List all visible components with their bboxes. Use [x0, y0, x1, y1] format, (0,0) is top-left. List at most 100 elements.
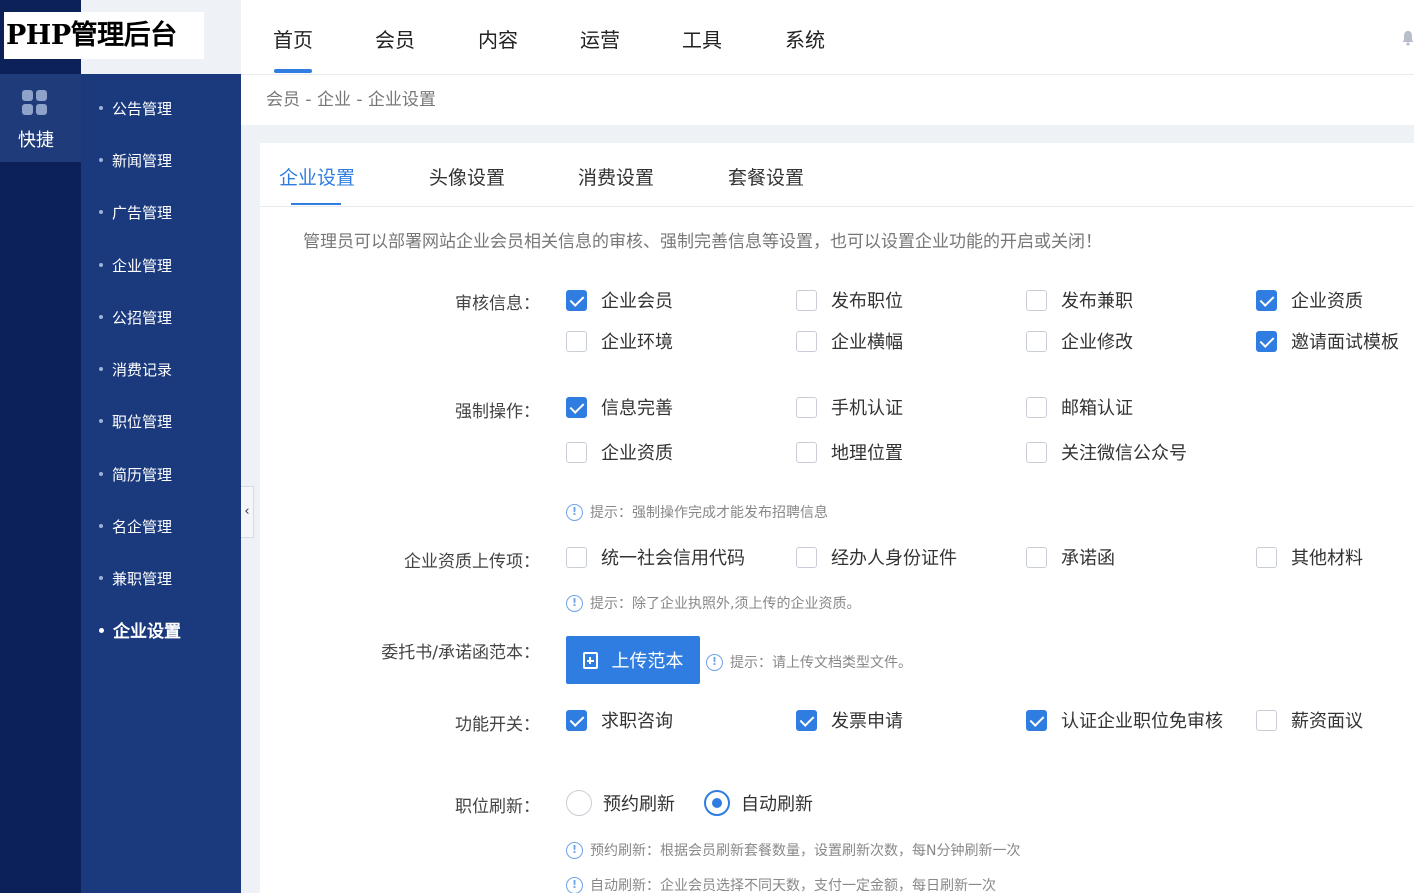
checkbox-icon: [1026, 396, 1047, 418]
checkbox-icon: [1026, 330, 1047, 352]
sidebar-item-label: 简历管理: [112, 466, 173, 484]
audit-checkbox[interactable]: 企业资质: [1256, 287, 1363, 313]
sidebar-item-label: 公告管理: [112, 100, 173, 118]
sidebar-item-label: 名企管理: [112, 518, 173, 536]
feature-checkbox[interactable]: 认证企业职位免审核: [1026, 707, 1223, 733]
bullet-icon: [99, 471, 103, 476]
qualification-checkbox[interactable]: 其他材料: [1256, 544, 1363, 570]
checkbox-icon: [566, 546, 587, 568]
refresh-hint-auto: ! 自动刷新：企业会员选择不同天数，支付一定金额，每日刷新一次: [566, 875, 996, 893]
topnav-home[interactable]: 首页: [273, 24, 313, 53]
sidebar-item-label: 消费记录: [112, 361, 173, 379]
qualification-hint: ! 提示：除了企业执照外,须上传的企业资质。: [566, 593, 860, 613]
checkbox-icon: [796, 330, 817, 352]
sidebar-item-news[interactable]: 新闻管理: [99, 149, 172, 173]
sidebar-item-famous-companies[interactable]: 名企管理: [99, 515, 172, 539]
audit-checkbox[interactable]: 企业修改: [1026, 328, 1133, 354]
checkbox-checked-icon: [566, 289, 587, 311]
topnav-operations[interactable]: 运营: [580, 24, 620, 53]
topnav-content[interactable]: 内容: [478, 24, 518, 53]
refresh-radio-scheduled[interactable]: 预约刷新: [566, 790, 675, 816]
info-icon: !: [566, 841, 583, 859]
bullet-icon: [99, 627, 104, 633]
info-icon: !: [566, 594, 583, 612]
top-nav: 首页 会员 内容 运营 工具 系统: [241, 0, 1414, 75]
topnav-system[interactable]: 系统: [785, 24, 825, 53]
radio-icon: [566, 790, 592, 816]
active-nav-indicator: [274, 69, 312, 73]
settings-panel: 企业设置 头像设置 消费设置 套餐设置 管理员可以部署网站企业会员相关信息的审核…: [260, 143, 1414, 893]
sidebar-item-label: 职位管理: [112, 413, 173, 431]
tab-consumption-settings[interactable]: 消费设置: [578, 163, 654, 190]
tab-company-settings[interactable]: 企业设置: [279, 163, 355, 190]
sidebar-item-label: 新闻管理: [112, 152, 173, 170]
qualification-checkbox[interactable]: 经办人身份证件: [796, 544, 957, 570]
active-tab-indicator: [291, 203, 341, 205]
checkbox-icon: [796, 396, 817, 418]
bullet-icon: [99, 209, 103, 214]
intro-text: 管理员可以部署网站企业会员相关信息的审核、强制完善信息等设置，也可以设置企业功能…: [303, 232, 1102, 252]
sidebar-item-consumption-records[interactable]: 消费记录: [99, 358, 172, 382]
checkbox-icon: [566, 330, 587, 352]
bullet-icon: [99, 523, 103, 528]
bullet-icon: [99, 314, 103, 319]
feature-checkbox[interactable]: 求职咨询: [566, 707, 673, 733]
audit-checkbox[interactable]: 发布兼职: [1026, 287, 1133, 313]
force-checkbox[interactable]: 手机认证: [796, 394, 903, 420]
collapse-sidebar-button[interactable]: ‹: [241, 486, 254, 538]
tab-package-settings[interactable]: 套餐设置: [728, 163, 804, 190]
refresh-radio-auto[interactable]: 自动刷新: [704, 790, 813, 816]
audit-checkbox[interactable]: 企业环境: [566, 328, 673, 354]
sub-sidebar: 公告管理 新闻管理 广告管理 企业管理 公招管理 消费记录 职位管理 简历管理 …: [81, 74, 241, 893]
sidebar-item-part-time[interactable]: 兼职管理: [99, 567, 172, 591]
sidebar-item-company-settings[interactable]: 企业设置: [99, 620, 181, 644]
checkbox-icon: [796, 546, 817, 568]
breadcrumb: 会员 - 企业 - 企业设置: [241, 75, 1414, 125]
force-checkbox[interactable]: 关注微信公众号: [1026, 439, 1187, 465]
sidebar-item-public-recruitment[interactable]: 公招管理: [99, 306, 172, 330]
audit-checkbox[interactable]: 企业横幅: [796, 328, 903, 354]
sidebar-item-ads[interactable]: 广告管理: [99, 201, 172, 225]
qualification-label: 企业资质上传项：: [404, 552, 540, 572]
qualification-checkbox[interactable]: 统一社会信用代码: [566, 544, 745, 570]
audit-label: 审核信息：: [455, 294, 540, 314]
sidebar-item-announcements[interactable]: 公告管理: [99, 97, 172, 121]
checkbox-icon: [796, 289, 817, 311]
bell-icon[interactable]: [1402, 30, 1414, 46]
chevron-left-icon: ‹: [244, 504, 250, 519]
topnav-tools[interactable]: 工具: [682, 24, 722, 53]
bullet-icon: [99, 157, 103, 162]
sidebar-item-label: 广告管理: [112, 204, 173, 222]
audit-checkbox[interactable]: 邀请面试模板: [1256, 328, 1399, 354]
feature-checkbox[interactable]: 发票申请: [796, 707, 903, 733]
checkbox-checked-icon: [566, 396, 587, 418]
topnav-members[interactable]: 会员: [375, 24, 415, 53]
audit-checkbox[interactable]: 企业会员: [566, 287, 673, 313]
force-checkbox[interactable]: 企业资质: [566, 439, 673, 465]
sidebar-item-companies[interactable]: 企业管理: [99, 254, 172, 278]
sidebar-item-resumes[interactable]: 简历管理: [99, 463, 172, 487]
upload-template-button[interactable]: 上传范本: [566, 636, 700, 684]
apps-grid-icon: [22, 90, 48, 116]
info-icon: !: [706, 653, 723, 671]
qualification-checkbox[interactable]: 承诺函: [1026, 544, 1115, 570]
radio-selected-icon: [704, 790, 730, 816]
sidebar-item-jobs[interactable]: 职位管理: [99, 410, 172, 434]
settings-tabs: 企业设置 头像设置 消费设置 套餐设置: [260, 143, 1414, 207]
checkbox-icon: [1026, 289, 1047, 311]
refresh-label: 职位刷新：: [455, 797, 540, 817]
tab-avatar-settings[interactable]: 头像设置: [429, 163, 505, 190]
checkbox-checked-icon: [1256, 289, 1277, 311]
template-hint: ! 提示：请上传文档类型文件。: [706, 652, 912, 672]
feature-checkbox[interactable]: 薪资面议: [1256, 707, 1363, 733]
audit-checkbox[interactable]: 发布职位: [796, 287, 903, 313]
force-checkbox[interactable]: 地理位置: [796, 439, 903, 465]
checkbox-icon: [1256, 546, 1277, 568]
quick-label: 快捷: [18, 130, 54, 151]
quick-menu[interactable]: 快捷: [0, 74, 81, 162]
force-checkbox[interactable]: 信息完善: [566, 394, 673, 420]
checkbox-icon: [1026, 441, 1047, 463]
force-checkbox[interactable]: 邮箱认证: [1026, 394, 1133, 420]
checkbox-icon: [796, 441, 817, 463]
template-label: 委托书/承诺函范本：: [381, 643, 540, 663]
